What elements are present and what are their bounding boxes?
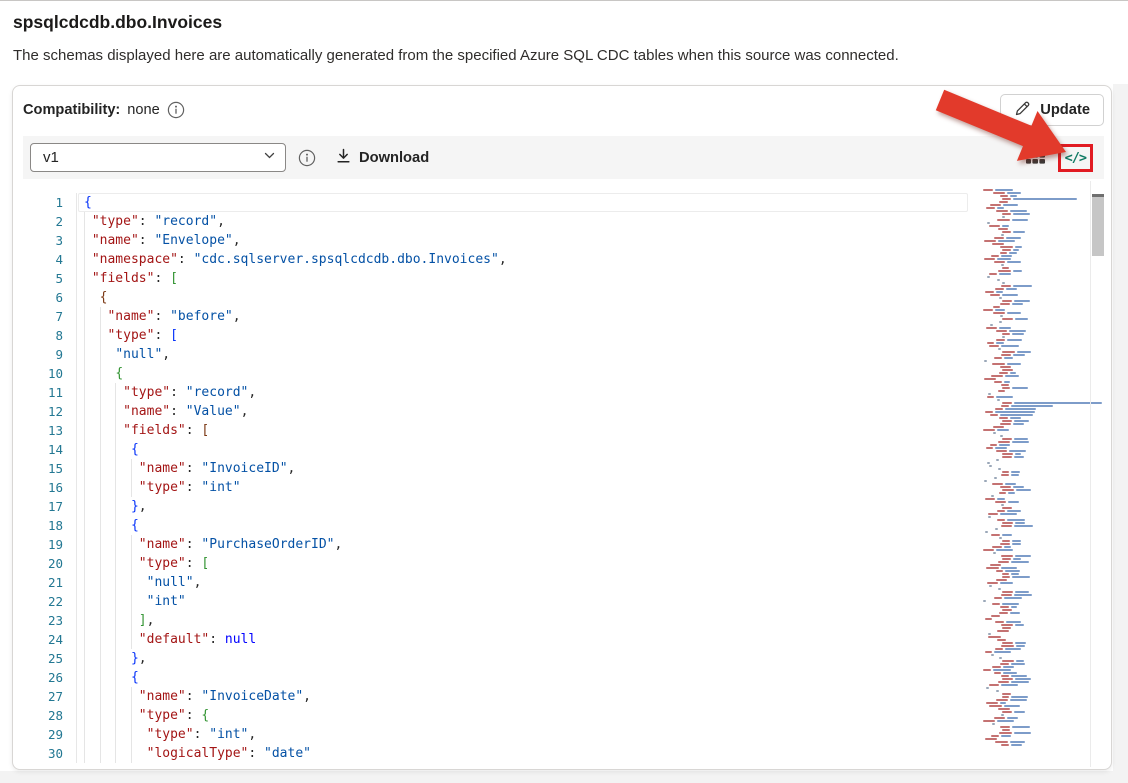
code-line: 16 "type": "int" [47,478,241,497]
chevron-down-icon [263,149,276,166]
code-line: 13 "fields": [ [47,421,210,440]
code-line: 3 "name": "Envelope", [55,231,241,250]
code-line: 30 "logicalType": "date" [47,744,311,763]
code-line: 27 "name": "InvoiceDate", [47,687,311,706]
code-line: 21 "null", [47,573,202,592]
code-line: 29 "type": "int", [47,725,257,744]
code-line: 26 { [47,668,139,687]
code-line: 18 { [47,516,139,535]
info-icon[interactable] [167,101,185,119]
code-line: 24 "default": null [47,630,257,649]
page-background-bottom [0,771,1128,783]
code-line: 12 "name": "Value", [47,402,249,421]
view-switcher: </> [1025,143,1104,172]
schema-panel: Compatibility: none Update v1 Download <… [12,85,1112,770]
page-title: spsqlcdcdb.dbo.Invoices [13,12,223,32]
code-line: 4 "namespace": "cdc.sqlserver.spsqlcdcdb… [55,250,507,269]
download-button-label: Download [359,149,430,166]
page-subtitle: The schemas displayed here are automatic… [13,47,899,64]
code-line: 2 "type": "record", [55,212,225,231]
version-dropdown[interactable]: v1 [30,143,286,172]
compatibility-row: Compatibility: none [23,101,185,119]
code-line: 10 { [47,364,124,383]
scrollbar-thumb-cap [1092,194,1104,197]
vertical-scrollbar[interactable] [1090,181,1104,767]
code-line: 11 "type": "record", [47,383,257,402]
page-background-right [1113,84,1128,783]
code-line: 9 "null", [55,345,171,364]
code-line: 20 "type": [ [47,554,210,573]
code-line: 22 "int" [47,592,186,611]
schema-toolbar: v1 Download </> [23,136,1104,179]
code-line: 5 "fields": [ [55,269,178,288]
code-line: 28 "type": { [47,706,210,725]
annotation-highlight-box: </> [1057,143,1093,172]
code-line: 7 "name": "before", [55,307,241,326]
window-top-border [0,0,1128,1]
update-button[interactable]: Update [1000,94,1104,126]
table-grid-icon[interactable] [1025,146,1045,169]
code-line: 17 }, [47,497,147,516]
code-editor-lines: 1{2 "type": "record", 3 "name": "Envelope… [23,193,1104,763]
code-brackets-icon[interactable]: </> [1065,150,1087,166]
download-button[interactable]: Download [336,148,429,168]
minimap[interactable] [979,189,1102,755]
schema-code-editor[interactable]: 1{2 "type": "record", 3 "name": "Envelope… [23,181,1104,767]
scrollbar-thumb[interactable] [1092,194,1104,256]
code-line: 8 "type": [ [55,326,178,345]
update-button-label: Update [1040,102,1090,118]
info-icon[interactable] [298,149,316,167]
download-arrow-icon [336,148,351,168]
code-line: 15 "name": "InvoiceID", [47,459,296,478]
version-dropdown-value: v1 [43,149,59,166]
code-line: 25 }, [47,649,147,668]
code-line: 14 { [47,440,139,459]
code-line: 23 ], [47,611,155,630]
code-line: 6 { [55,288,108,307]
compatibility-label: Compatibility: [23,102,121,118]
code-line: 1{ [55,193,92,212]
pencil-icon [1014,100,1031,121]
code-line: 19 "name": "PurchaseOrderID", [47,535,343,554]
compatibility-value: none [127,102,160,118]
